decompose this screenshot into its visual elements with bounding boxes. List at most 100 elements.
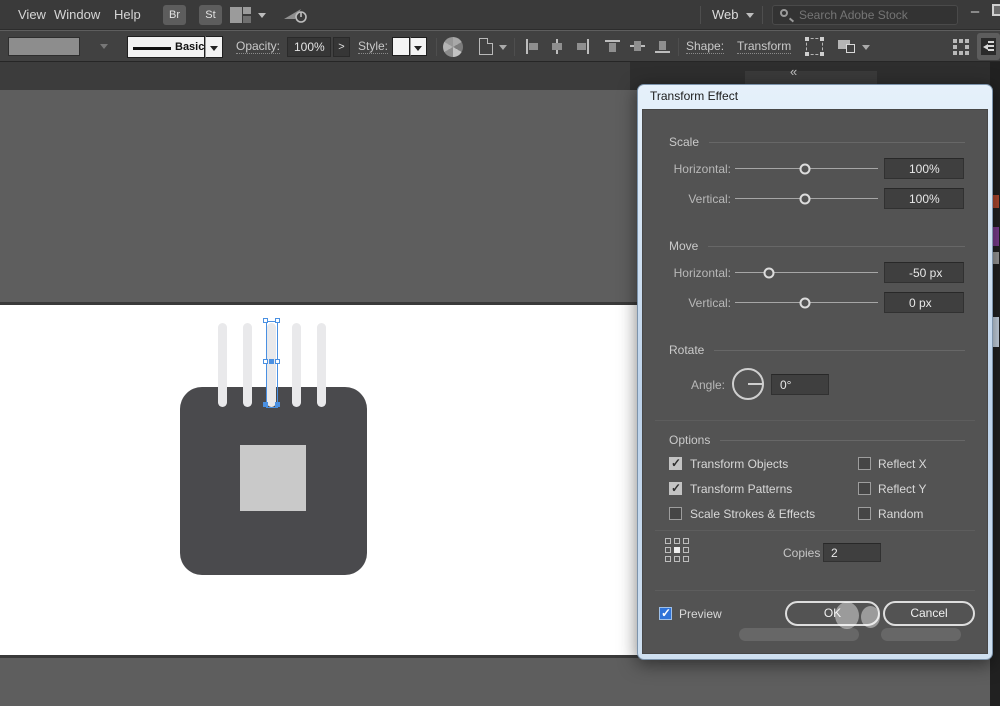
- selection-handle[interactable]: [275, 402, 280, 407]
- slider-knob[interactable]: [800, 298, 811, 309]
- dialog-body: Scale Horizontal: Vertical: Move Horizon…: [642, 109, 988, 654]
- workspace-switcher-icon[interactable]: [230, 7, 252, 23]
- scale-horizontal-input[interactable]: [884, 158, 964, 179]
- dock-collapse-icon[interactable]: «: [790, 64, 797, 79]
- slider-knob[interactable]: [800, 194, 811, 205]
- stroke-style-box[interactable]: Basic: [127, 36, 205, 58]
- minimize-button[interactable]: –: [962, 0, 988, 26]
- scale-vertical-input[interactable]: [884, 188, 964, 209]
- dialog-title[interactable]: Transform Effect: [650, 89, 738, 103]
- sync-status-icon: [283, 6, 309, 24]
- ok-button[interactable]: OK: [785, 601, 880, 626]
- transform-patterns-checkbox[interactable]: [669, 482, 682, 495]
- restore-button[interactable]: [992, 4, 1000, 16]
- opacity-label[interactable]: Opacity:: [236, 31, 280, 62]
- rotate-section-header: Rotate: [669, 343, 965, 357]
- selection-handle[interactable]: [275, 359, 280, 364]
- random-checkbox[interactable]: [858, 507, 871, 520]
- move-horizontal-input[interactable]: [884, 262, 964, 283]
- options-section-header: Options: [669, 433, 965, 447]
- scale-horizontal-slider[interactable]: [735, 159, 878, 179]
- menu-help[interactable]: Help: [104, 0, 151, 30]
- slider-knob[interactable]: [764, 268, 775, 279]
- stock-button[interactable]: St: [199, 5, 222, 25]
- stroke-dropdown-button[interactable]: [205, 36, 223, 58]
- artwork-inner-square[interactable]: [240, 445, 306, 511]
- move-vertical-input[interactable]: [884, 292, 964, 313]
- reflect-y-checkbox[interactable]: [858, 482, 871, 495]
- isolate-object-icon[interactable]: [838, 38, 856, 54]
- arrange-documents-icon[interactable]: [953, 39, 969, 55]
- artwork-prong-1[interactable]: [218, 323, 227, 407]
- style-swatch[interactable]: [392, 37, 410, 56]
- reference-point-selector[interactable]: [665, 538, 691, 564]
- slider-knob[interactable]: [800, 164, 811, 175]
- divider: [655, 420, 975, 421]
- opacity-expand-button[interactable]: >: [333, 37, 350, 57]
- watermark-blob: [881, 628, 961, 641]
- scale-horizontal-label: Horizontal:: [643, 162, 731, 176]
- copies-input[interactable]: [823, 543, 881, 562]
- selection-handle[interactable]: [263, 318, 268, 323]
- transform-objects-checkbox[interactable]: [669, 457, 682, 470]
- document-chevron-icon[interactable]: [499, 45, 507, 50]
- angle-label: Angle:: [643, 378, 725, 392]
- angle-dial[interactable]: [732, 368, 764, 400]
- scale-vertical-label: Vertical:: [643, 192, 731, 206]
- bridge-button[interactable]: Br: [163, 5, 186, 25]
- selection-handle[interactable]: [263, 359, 268, 364]
- opacity-input[interactable]: [287, 37, 331, 57]
- menu-window[interactable]: Window: [44, 0, 110, 30]
- angle-input[interactable]: [771, 374, 829, 395]
- artwork-prong-4[interactable]: [292, 323, 301, 407]
- reflect-x-label: Reflect X: [878, 457, 927, 471]
- dial-needle: [748, 383, 762, 385]
- selection-handle-center[interactable]: [269, 359, 274, 364]
- preview-label: Preview: [679, 607, 722, 621]
- align-right-icon[interactable]: [574, 38, 591, 55]
- reflect-x-checkbox[interactable]: [858, 457, 871, 470]
- artwork-prong-2[interactable]: [243, 323, 252, 407]
- align-top-icon[interactable]: [604, 38, 621, 55]
- scale-vertical-slider[interactable]: [735, 189, 878, 209]
- document-setup-icon[interactable]: [479, 38, 493, 55]
- preview-checkbox[interactable]: [659, 607, 672, 620]
- artwork-prong-5[interactable]: [317, 323, 326, 407]
- style-dropdown-button[interactable]: [410, 37, 427, 56]
- web-chevron-icon[interactable]: [746, 13, 754, 18]
- scale-section-header: Scale: [669, 135, 965, 149]
- shape-label[interactable]: Shape:: [686, 31, 724, 62]
- collapse-panels-button[interactable]: [977, 33, 1000, 60]
- align-vertical-center-icon[interactable]: [629, 38, 646, 55]
- transform-label[interactable]: Transform: [737, 31, 791, 62]
- move-horizontal-label: Horizontal:: [643, 266, 731, 280]
- selection-handle[interactable]: [263, 402, 268, 407]
- workspace-chevron-icon[interactable]: [258, 13, 266, 18]
- align-horizontal-center-icon[interactable]: [549, 38, 566, 55]
- free-transform-icon[interactable]: [806, 38, 823, 55]
- move-section-header: Move: [669, 239, 965, 253]
- random-label: Random: [878, 507, 923, 521]
- control-bar: Basic Opacity: > Style: Shape: Transform: [0, 31, 1000, 62]
- divider: [655, 590, 975, 591]
- profile-web-dropdown[interactable]: Web: [712, 0, 739, 30]
- style-label[interactable]: Style:: [358, 31, 388, 62]
- copies-label: Copies: [783, 546, 820, 560]
- recolor-artwork-icon[interactable]: [443, 37, 463, 57]
- scale-strokes-checkbox[interactable]: [669, 507, 682, 520]
- fill-chevron-icon[interactable]: [100, 44, 108, 49]
- reflect-y-label: Reflect Y: [878, 482, 926, 496]
- cancel-button[interactable]: Cancel: [883, 601, 975, 626]
- isolate-chevron-icon[interactable]: [862, 45, 870, 50]
- transform-patterns-label: Transform Patterns: [690, 482, 792, 496]
- align-bottom-icon[interactable]: [654, 38, 671, 55]
- align-left-icon[interactable]: [524, 38, 541, 55]
- move-vertical-label: Vertical:: [643, 296, 731, 310]
- selection-handle[interactable]: [275, 318, 280, 323]
- move-vertical-slider[interactable]: [735, 293, 878, 313]
- menubar: View Window Help Br St Web –: [0, 0, 1000, 30]
- search-icon: [780, 9, 788, 17]
- move-horizontal-slider[interactable]: [735, 263, 878, 283]
- fill-color-swatch[interactable]: [8, 37, 80, 56]
- search-input[interactable]: [772, 5, 958, 25]
